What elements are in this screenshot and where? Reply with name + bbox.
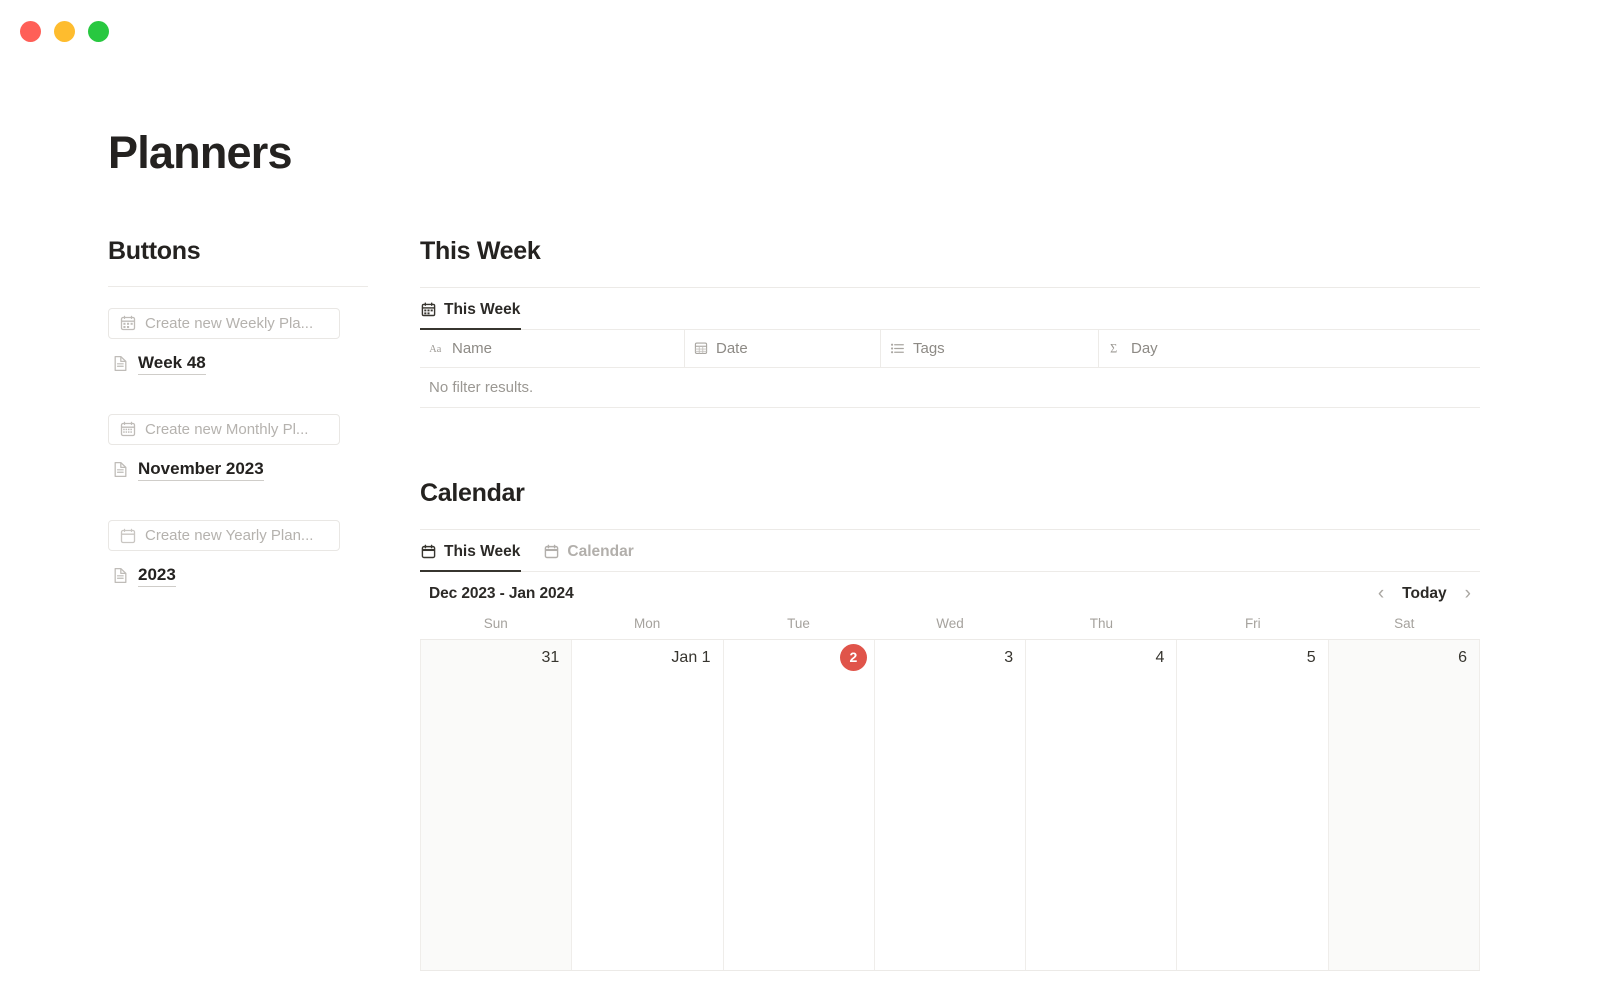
- weekday-label: Mon: [634, 615, 661, 631]
- calendar-day-cell[interactable]: Jan 1: [572, 639, 724, 970]
- weekday-label: Tue: [787, 615, 810, 631]
- button-group: Create new Monthly Pl... November 2023: [108, 413, 368, 481]
- calendar-day-cell[interactable]: 31: [420, 639, 573, 970]
- document-link-november-2023[interactable]: November 2023: [108, 458, 368, 481]
- table-header-row: Aa Name Date Tags Σ Day: [420, 329, 1480, 368]
- maximize-button[interactable]: [88, 20, 109, 42]
- day-number: 6: [1458, 648, 1467, 666]
- svg-text:Σ: Σ: [1110, 341, 1117, 355]
- page-title: Planners: [108, 127, 292, 178]
- day-number: 31: [541, 648, 560, 666]
- calendar-table-icon: [421, 302, 436, 317]
- tab-label: This Week: [444, 542, 521, 560]
- weekday-label: Fri: [1244, 615, 1261, 631]
- tab-label: Calendar: [567, 542, 634, 560]
- create-yearly-planner-label: Create new Yearly Plan...: [145, 527, 314, 544]
- calendar-database-block: Calendar This Week Calendar Dec 2023 - J…: [420, 478, 1480, 971]
- this-week-database-block: This Week This Week Aa Name Date Tags Σ …: [420, 236, 1480, 408]
- button-group: Create new Yearly Plan... 2023: [108, 520, 368, 588]
- column-header-name[interactable]: Aa Name: [420, 329, 685, 367]
- document-link-label: Week 48: [138, 352, 206, 375]
- window-titlebar: [0, 0, 1600, 62]
- day-number: Jan 1: [671, 648, 711, 666]
- button-group: Create new Weekly Pla... Week 48: [108, 307, 368, 375]
- document-link-label: November 2023: [138, 458, 264, 481]
- content-column: This Week This Week Aa Name Date Tags Σ …: [420, 236, 1480, 971]
- calendar-weekday-header: Sun Mon Tue Wed Thu Fri Sat: [420, 616, 1480, 639]
- weekday-label: Sun: [483, 615, 508, 631]
- column-header-label: Tags: [913, 339, 945, 357]
- create-monthly-planner-label: Create new Monthly Pl...: [145, 420, 309, 438]
- tab-calendar[interactable]: Calendar: [543, 539, 634, 572]
- svg-text:Aa: Aa: [429, 343, 441, 354]
- column-header-day[interactable]: Σ Day: [1099, 330, 1480, 367]
- page-icon: [112, 567, 129, 584]
- document-link-label: 2023: [138, 564, 176, 588]
- today-button[interactable]: Today: [1402, 585, 1447, 603]
- calendar-view-icon: [544, 544, 559, 559]
- calendar-view-icon: [421, 544, 436, 559]
- column-header-label: Day: [1131, 339, 1158, 357]
- this-week-heading: This Week: [420, 236, 541, 265]
- column-header-label: Name: [452, 339, 493, 357]
- calendar-view-tabs: This Week Calendar: [420, 530, 1480, 572]
- calendar-month-icon: [120, 421, 136, 437]
- calendar-day-cell[interactable]: 3: [875, 639, 1027, 970]
- today-badge: 2: [839, 643, 867, 671]
- minimize-button[interactable]: [54, 20, 75, 42]
- calendar-heading: Calendar: [420, 478, 525, 507]
- previous-period-button[interactable]: ‹: [1375, 582, 1387, 605]
- table-empty-message: No filter results.: [420, 368, 1480, 408]
- create-yearly-planner-button[interactable]: Create new Yearly Plan...: [108, 520, 340, 551]
- calendar-navigation: ‹ Today ›: [1375, 582, 1474, 605]
- create-weekly-planner-label: Create new Weekly Pla...: [145, 314, 314, 332]
- day-number: 3: [1004, 648, 1014, 666]
- buttons-heading: Buttons: [108, 236, 201, 265]
- calendar-day-cell[interactable]: 6: [1328, 639, 1480, 970]
- date-type-icon: [694, 341, 708, 355]
- create-weekly-planner-button[interactable]: Create new Weekly Pla...: [108, 307, 340, 339]
- calendar-day-cell-today[interactable]: 2: [724, 639, 875, 970]
- tab-this-week[interactable]: This Week: [420, 297, 522, 330]
- close-button[interactable]: [20, 20, 41, 42]
- document-link-2023[interactable]: 2023: [108, 564, 368, 588]
- calendar-week-icon: [120, 315, 136, 331]
- buttons-divider: [108, 285, 368, 287]
- text-type-icon: Aa: [429, 341, 444, 356]
- page-icon: [112, 461, 129, 478]
- weekday-label: Wed: [936, 615, 964, 631]
- create-monthly-planner-button[interactable]: Create new Monthly Pl...: [108, 413, 340, 445]
- column-header-date[interactable]: Date: [685, 329, 881, 367]
- this-week-table: Aa Name Date Tags Σ Day No filter result…: [420, 329, 1480, 408]
- day-number: 4: [1155, 648, 1165, 666]
- this-week-view-tabs: This Week: [420, 288, 1480, 330]
- multiselect-type-icon: [890, 341, 905, 356]
- weekday-label: Thu: [1089, 615, 1114, 631]
- calendar-day-cell[interactable]: 4: [1026, 639, 1178, 970]
- two-column-layout: Buttons Create new Weekly Pla... Week 48…: [108, 236, 1480, 971]
- column-header-label: Date: [716, 339, 748, 357]
- weekday-label: Sat: [1394, 615, 1415, 631]
- tab-label: This Week: [444, 300, 521, 318]
- page-icon: [112, 355, 129, 372]
- calendar-toolbar: Dec 2023 - Jan 2024 ‹ Today ›: [420, 572, 1480, 616]
- column-header-tags[interactable]: Tags: [881, 329, 1099, 367]
- calendar-range-label: Dec 2023 - Jan 2024: [429, 584, 574, 602]
- formula-type-icon: Σ: [1108, 341, 1123, 356]
- page-content: Planners Buttons Create new Weekly Pla..…: [0, 128, 1600, 971]
- next-period-button[interactable]: ›: [1462, 582, 1474, 605]
- document-link-week-48[interactable]: Week 48: [108, 352, 368, 375]
- day-number: 5: [1306, 648, 1316, 666]
- buttons-column: Buttons Create new Weekly Pla... Week 48…: [108, 236, 420, 588]
- calendar-year-icon: [120, 528, 136, 544]
- tab-this-week[interactable]: This Week: [420, 539, 522, 572]
- calendar-grid: 31 Jan 1 2 3 4 5 6: [420, 638, 1480, 971]
- calendar-day-cell[interactable]: 5: [1177, 639, 1329, 970]
